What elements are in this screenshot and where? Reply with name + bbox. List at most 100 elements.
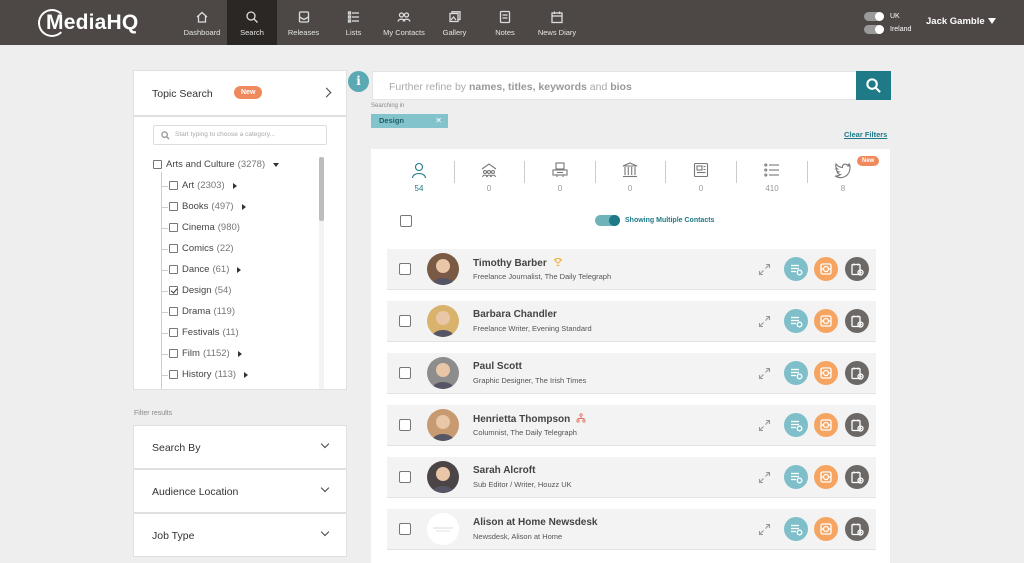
contact-name[interactable]: Paul Scott <box>473 361 522 372</box>
contact-checkbox[interactable] <box>399 315 411 327</box>
contact-checkbox[interactable] <box>399 263 411 275</box>
caret-down-icon[interactable] <box>988 18 996 24</box>
expand-icon[interactable] <box>758 471 771 484</box>
category-item-books[interactable]: Books (497) <box>169 201 246 212</box>
nav-notes[interactable]: Notes <box>478 0 532 45</box>
chevron-down-icon[interactable] <box>320 483 330 493</box>
contact-row[interactable]: Henrietta Thompson Columnist, The Daily T… <box>387 405 876 446</box>
contact-checkbox[interactable] <box>399 419 411 431</box>
expand-icon[interactable] <box>758 367 771 380</box>
category-item-design[interactable]: Design (54) <box>169 285 231 296</box>
caret-right-icon[interactable] <box>237 266 242 273</box>
stat-outlets[interactable]: 0 <box>459 161 519 193</box>
contact-row[interactable]: Paul Scott Graphic Designer, The Irish Ti… <box>387 353 876 394</box>
category-item-history[interactable]: History (113) <box>169 369 249 380</box>
nav-releases[interactable]: Releases <box>277 0 330 45</box>
add-to-list-button[interactable] <box>784 361 808 385</box>
category-item-cinema[interactable]: Cinema (980) <box>169 222 240 233</box>
nav-my-contacts[interactable]: My Contacts <box>377 0 431 45</box>
stat-twitter[interactable]: 8 <box>813 161 873 193</box>
pitch-button[interactable] <box>814 413 838 437</box>
category-item-festivals[interactable]: Festivals (11) <box>169 327 239 338</box>
add-note-button[interactable] <box>845 517 869 541</box>
info-icon[interactable]: i <box>348 71 369 92</box>
contact-name[interactable]: Barbara Chandler <box>473 309 557 320</box>
contact-row[interactable]: Alison at Home Newsdesk Newsdesk, Alison … <box>387 509 876 550</box>
region-ireland-toggle[interactable]: Ireland <box>864 23 911 35</box>
add-to-list-button[interactable] <box>784 257 808 281</box>
category-checkbox[interactable] <box>169 244 178 253</box>
audience-location-accordion[interactable]: Audience Location <box>133 469 347 513</box>
category-item-arts-and-culture[interactable]: Arts and Culture (3278) <box>153 159 280 170</box>
caret-right-icon[interactable] <box>237 350 242 357</box>
contact-row[interactable]: Sarah Alcroft Sub Editor / Writer, Houzz … <box>387 457 876 498</box>
category-checkbox[interactable] <box>169 370 178 379</box>
add-note-button[interactable] <box>845 413 869 437</box>
expand-icon[interactable] <box>758 263 771 276</box>
user-menu[interactable]: Jack Gamble <box>926 16 985 27</box>
pitch-button[interactable] <box>814 361 838 385</box>
contact-name-text[interactable]: Timothy Barber <box>473 258 547 269</box>
mediahq-logo[interactable]: MediaHQ <box>38 8 138 38</box>
toggle-switch[interactable] <box>595 215 620 226</box>
avatar[interactable] <box>427 409 459 441</box>
stat-list[interactable]: 410 <box>742 161 802 193</box>
category-item-dance[interactable]: Dance (61) <box>169 264 242 275</box>
add-note-button[interactable] <box>845 361 869 385</box>
contact-name-text[interactable]: Sarah Alcroft <box>473 465 535 476</box>
category-checkbox[interactable] <box>169 349 178 358</box>
caret-right-icon[interactable] <box>244 371 249 378</box>
caret-down-icon[interactable] <box>273 162 280 167</box>
nav-news-diary[interactable]: News Diary <box>532 0 582 45</box>
search-button[interactable] <box>856 71 891 100</box>
contact-name-text[interactable]: Barbara Chandler <box>473 309 557 320</box>
contact-name-text[interactable]: Paul Scott <box>473 361 522 372</box>
category-checkbox[interactable] <box>169 328 178 337</box>
contact-checkbox[interactable] <box>399 367 411 379</box>
nav-dashboard[interactable]: Dashboard <box>177 0 227 45</box>
category-item-drama[interactable]: Drama (119) <box>169 306 235 317</box>
avatar[interactable] <box>427 357 459 389</box>
add-to-list-button[interactable] <box>784 309 808 333</box>
category-search-input[interactable]: Start typing to choose a category... <box>153 125 327 145</box>
category-scrollbar[interactable] <box>319 157 324 389</box>
clear-filters-link[interactable]: Clear Filters <box>844 130 887 139</box>
pitch-button[interactable] <box>814 465 838 489</box>
category-item-film[interactable]: Film (1152) <box>169 348 242 359</box>
caret-right-icon[interactable] <box>232 182 237 189</box>
contact-name[interactable]: Alison at Home Newsdesk <box>473 517 597 528</box>
chevron-right-icon[interactable] <box>321 87 332 98</box>
expand-icon[interactable] <box>758 315 771 328</box>
nav-gallery[interactable]: Gallery <box>431 0 478 45</box>
remove-chip-icon[interactable]: ✕ <box>435 114 442 128</box>
pitch-button[interactable] <box>814 517 838 541</box>
nav-lists[interactable]: Lists <box>330 0 377 45</box>
job-type-accordion[interactable]: Job Type <box>133 513 347 557</box>
search-by-accordion[interactable]: Search By <box>133 425 347 469</box>
stat-broadcast[interactable]: 0 <box>530 161 590 193</box>
category-item-comics[interactable]: Comics (22) <box>169 243 234 254</box>
contact-row[interactable]: Timothy Barber Freelance Journalist, The … <box>387 249 876 290</box>
category-checkbox[interactable] <box>169 181 178 190</box>
category-checkbox[interactable] <box>169 223 178 232</box>
contact-name[interactable]: Henrietta Thompson <box>473 413 586 425</box>
expand-icon[interactable] <box>758 523 771 536</box>
category-checkbox[interactable] <box>169 286 178 295</box>
add-to-list-button[interactable] <box>784 413 808 437</box>
caret-right-icon[interactable] <box>241 203 246 210</box>
add-note-button[interactable] <box>845 257 869 281</box>
refine-search-input[interactable]: Further refine by names, titles, keyword… <box>372 71 856 100</box>
add-to-list-button[interactable] <box>784 465 808 489</box>
pitch-button[interactable] <box>814 309 838 333</box>
avatar[interactable] <box>427 461 459 493</box>
add-note-button[interactable] <box>845 465 869 489</box>
scrollbar-thumb[interactable] <box>319 157 324 221</box>
contact-name-text[interactable]: Alison at Home Newsdesk <box>473 517 597 528</box>
avatar[interactable] <box>427 253 459 285</box>
category-checkbox[interactable] <box>169 307 178 316</box>
multiple-contacts-toggle[interactable]: Showing Multiple Contacts <box>595 215 714 226</box>
stat-institution[interactable]: 0 <box>600 161 660 193</box>
category-checkbox[interactable] <box>169 265 178 274</box>
category-checkbox[interactable] <box>153 160 162 169</box>
contact-name[interactable]: Timothy Barber <box>473 257 563 269</box>
